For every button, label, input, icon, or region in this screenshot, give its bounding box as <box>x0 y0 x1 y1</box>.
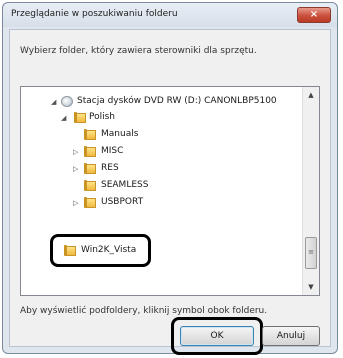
scrollbar-thumb[interactable]: ≡ <box>305 237 317 269</box>
tree-item-label: Polish <box>89 112 116 122</box>
highlight-ring-ok-button <box>171 317 263 355</box>
highlight-ring-selected-folder <box>50 234 151 267</box>
tree-item-label: RES <box>101 163 119 173</box>
tree-scrollbar[interactable]: ▲ ≡ ▼ <box>302 87 319 295</box>
scroll-up-arrow-icon[interactable]: ▲ <box>303 87 319 103</box>
tree-item-label: Stacja dysków DVD RW (D:) CANONLBP5100 <box>77 96 277 106</box>
title-bar[interactable]: Przeglądanie w poszukiwaniu folderu × <box>3 3 337 27</box>
tree-item-label: MISC <box>101 146 124 156</box>
dialog-body: Wybierz folder, który zawiera sterowniki… <box>9 29 331 355</box>
folder-icon <box>83 163 96 174</box>
tree-item-label: USBPORT <box>101 197 144 207</box>
folder-icon <box>83 197 96 208</box>
tree-item-label: SEAMLESS <box>101 180 149 190</box>
folder-tree[interactable]: ◢ Stacja dysków DVD RW (D:) CANONLBP5100… <box>20 86 320 296</box>
cancel-button[interactable]: Anuluj <box>262 326 320 346</box>
tree-item-label: Manuals <box>101 129 139 139</box>
dialog-description: Wybierz folder, który zawiera sterowniki… <box>20 46 257 56</box>
collapsed-arrow-icon[interactable]: ▷ <box>73 165 81 173</box>
folder-icon <box>83 129 96 140</box>
expanded-arrow-icon[interactable]: ◢ <box>51 98 59 106</box>
expanded-arrow-icon[interactable]: ◢ <box>61 114 69 122</box>
close-icon: × <box>309 9 319 20</box>
dialog-title: Przeglądanie w poszukiwaniu folderu <box>11 9 178 19</box>
close-button[interactable]: × <box>297 7 331 23</box>
folder-icon <box>83 180 96 191</box>
collapsed-arrow-icon[interactable]: ▷ <box>73 199 81 207</box>
browse-folder-dialog: Przeglądanie w poszukiwaniu folderu × Wy… <box>2 2 338 355</box>
dvd-drive-icon <box>61 96 73 107</box>
scroll-down-arrow-icon[interactable]: ▼ <box>303 279 319 295</box>
subfolder-hint: Aby wyświetlić podfoldery, kliknij symbo… <box>20 306 268 316</box>
folder-icon <box>83 146 96 157</box>
collapsed-arrow-icon[interactable]: ▷ <box>73 148 81 156</box>
grip-icon: ≡ <box>308 248 314 256</box>
folder-icon <box>73 112 86 123</box>
